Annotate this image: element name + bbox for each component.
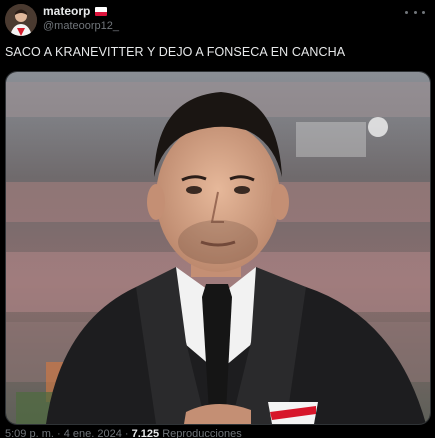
avatar[interactable] [5, 4, 37, 36]
tweet-card[interactable]: mateorp @mateoorp12_ SACO A KRANEVITTER … [0, 0, 435, 438]
display-name[interactable]: mateorp [43, 4, 90, 19]
user-handle[interactable]: @mateoorp12_ [43, 19, 119, 34]
tweet-time[interactable]: 5:09 p. m. [5, 428, 54, 438]
tweet-photo[interactable] [5, 71, 431, 425]
tweet-date[interactable]: 4 ene. 2024 [64, 428, 122, 438]
river-plate-crest-icon [268, 402, 318, 424]
avatar-image [5, 4, 37, 36]
poland-flag-icon [95, 7, 108, 16]
tweet-meta: 5:09 p. m. · 4 ene. 2024 · 7.125 Reprodu… [5, 428, 242, 438]
more-options-icon[interactable] [405, 6, 425, 18]
user-info[interactable]: mateorp @mateoorp12_ [43, 4, 119, 34]
views-count: 7.125 [131, 428, 160, 438]
photo-man-in-suit-stadium [6, 72, 430, 424]
tweet-text: SACO A KRANEVITTER Y DEJO A FONSECA EN C… [5, 45, 346, 59]
views-label: Reproducciones [162, 428, 242, 438]
